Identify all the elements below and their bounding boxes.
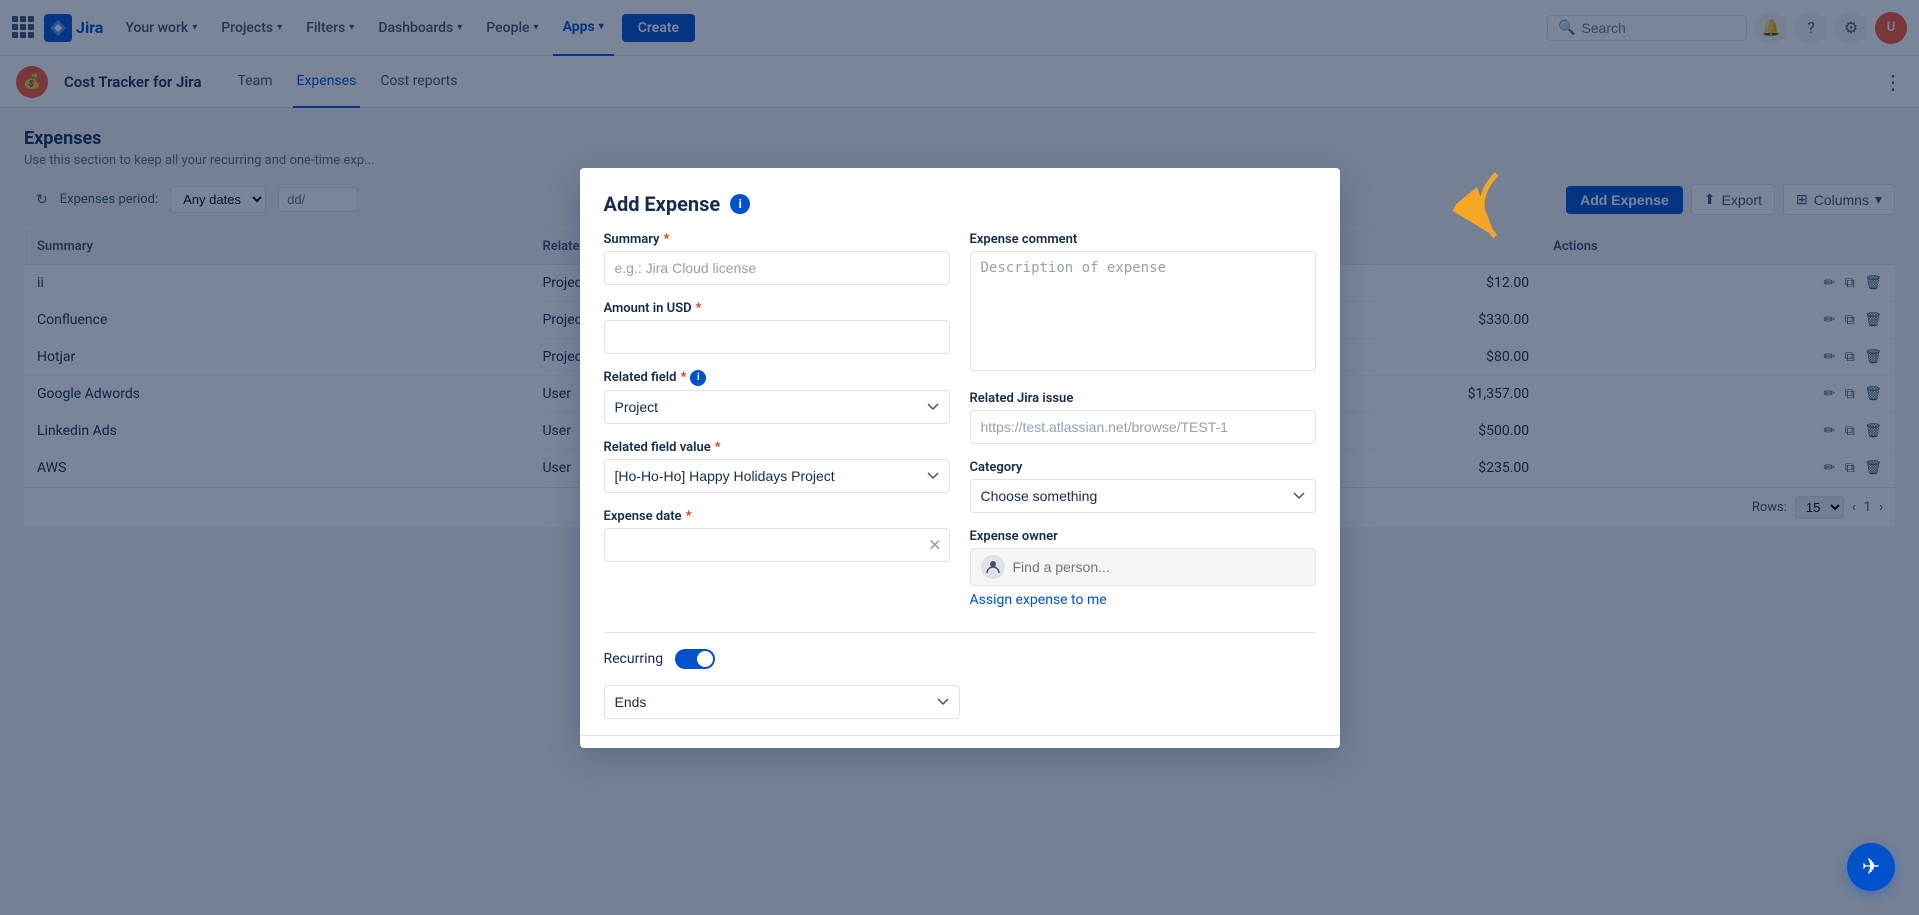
related-field-select[interactable]: Project User Sprint — [604, 390, 950, 424]
expense-comment-textarea[interactable] — [970, 251, 1316, 371]
category-group: Category Choose something — [970, 460, 1316, 513]
related-field-value-group: Related field value * [Ho-Ho-Ho] Happy H… — [604, 440, 950, 493]
summary-group: Summary * — [604, 232, 950, 285]
person-input-wrapper[interactable] — [970, 548, 1316, 586]
recurring-section: Recurring — [604, 641, 1316, 677]
expense-comment-label: Expense comment — [970, 232, 1316, 247]
required-indicator: * — [696, 301, 702, 316]
amount-label: Amount in USD * — [604, 301, 950, 316]
required-indicator: * — [680, 370, 686, 385]
person-avatar-icon — [981, 555, 1005, 579]
amount-group: Amount in USD * 100 — [604, 301, 950, 354]
recurring-label: Recurring — [604, 651, 664, 667]
modal-left-col: Summary * Amount in USD * 100 — [604, 232, 950, 624]
modal-divider — [604, 632, 1316, 633]
toggle-knob — [697, 651, 713, 667]
required-indicator: * — [715, 440, 721, 455]
related-jira-issue-label: Related Jira issue — [970, 391, 1316, 406]
expense-comment-group: Expense comment — [970, 232, 1316, 375]
expense-owner-group: Expense owner Assign expense to me — [970, 529, 1316, 608]
modal-overlay: Add Expense i Summary * A — [0, 0, 1919, 915]
recurring-row: Recurring — [604, 649, 1316, 669]
assign-to-me-link[interactable]: Assign expense to me — [970, 592, 1316, 608]
expense-date-input[interactable]: 16/Feb/2023 — [604, 528, 950, 562]
ends-section: Ends — [604, 685, 1316, 719]
related-field-info-icon[interactable]: i — [690, 370, 706, 386]
required-indicator: * — [686, 509, 692, 524]
category-label: Category — [970, 460, 1316, 475]
chat-fab-button[interactable]: ✈ — [1847, 843, 1895, 891]
modal-two-columns: Summary * Amount in USD * 100 — [604, 232, 1316, 624]
related-field-value-label: Related field value * — [604, 440, 950, 455]
add-expense-modal: Add Expense i Summary * A — [580, 168, 1340, 748]
info-icon[interactable]: i — [730, 194, 750, 214]
recurring-toggle[interactable] — [675, 649, 715, 669]
modal-footer: Cancel Add — [580, 735, 1340, 748]
expense-owner-label: Expense owner — [970, 529, 1316, 544]
related-field-group: Related field * i Project User Sprint — [604, 370, 950, 424]
category-select[interactable]: Choose something — [970, 479, 1316, 513]
modal-header: Add Expense i — [580, 168, 1340, 232]
related-field-value-select[interactable]: [Ho-Ho-Ho] Happy Holidays Project — [604, 459, 950, 493]
related-field-label: Related field * i — [604, 370, 950, 386]
required-indicator: * — [664, 232, 670, 247]
summary-label: Summary * — [604, 232, 950, 247]
expense-date-label: Expense date * — [604, 509, 950, 524]
modal-body: Summary * Amount in USD * 100 — [580, 232, 1340, 735]
summary-input[interactable] — [604, 251, 950, 285]
modal-title: Add Expense — [604, 192, 721, 216]
find-person-input[interactable] — [1013, 559, 1305, 575]
related-jira-issue-input[interactable] — [970, 410, 1316, 444]
chat-icon: ✈ — [1862, 855, 1880, 880]
expense-date-group: Expense date * 16/Feb/2023 ✕ — [604, 509, 950, 562]
date-clear-icon[interactable]: ✕ — [928, 535, 941, 554]
related-jira-issue-group: Related Jira issue — [970, 391, 1316, 444]
amount-input[interactable]: 100 — [604, 320, 950, 354]
date-field-wrapper: 16/Feb/2023 ✕ — [604, 528, 950, 562]
modal-right-col: Expense comment Related Jira issue Categ… — [970, 232, 1316, 624]
ends-select[interactable]: Ends — [604, 685, 960, 719]
